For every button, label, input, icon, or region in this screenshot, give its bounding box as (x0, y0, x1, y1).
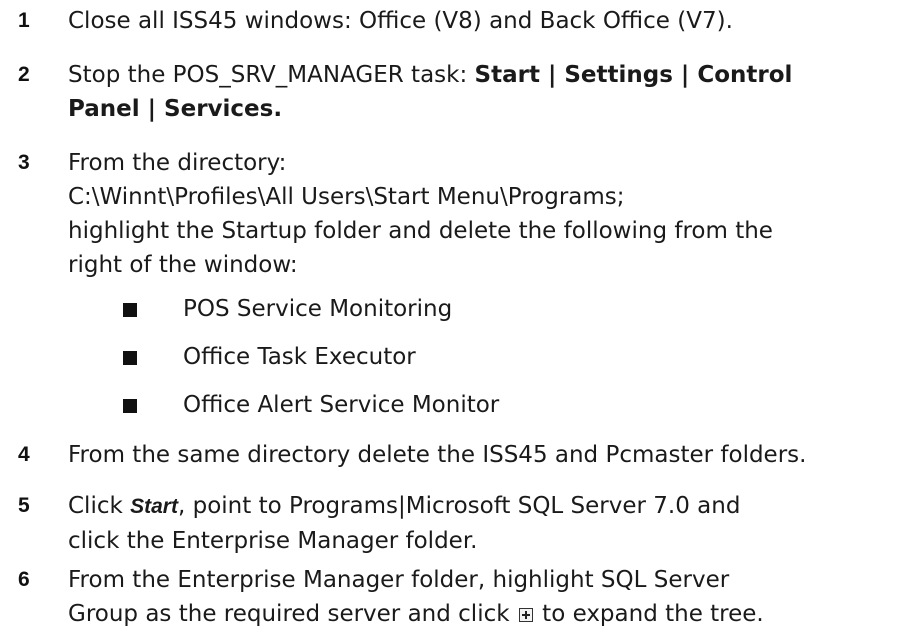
step-line: right of the window: (68, 252, 298, 278)
step-line-text: Stop the POS_SRV_MANAGER task: (68, 62, 475, 88)
step-line: From the same directory delete the ISS45… (68, 442, 807, 468)
step-line-text: to expand the tree. (534, 601, 764, 627)
start-menu-label: Start (130, 495, 178, 518)
list-item-label: POS Service Monitoring (183, 296, 453, 322)
step-number: 3 (18, 151, 30, 174)
step-line-text: Group as the required server and click (68, 601, 517, 627)
instruction-document: 1 Close all ISS45 windows: Office (V8) a… (0, 0, 902, 634)
step-line: Group as the required server and click t… (68, 597, 898, 631)
step-line-text: Click (68, 493, 131, 519)
step-text: Close all ISS45 windows: Office (V8) and… (68, 4, 898, 38)
step-line: click the Enterprise Manager folder. (68, 528, 478, 554)
step-line-text: , point to Programs|Microsoft SQL Server… (177, 493, 741, 519)
list-item: Office Alert Service Monitor (0, 388, 830, 422)
square-bullet-icon (123, 351, 137, 365)
step-text: From the same directory delete the ISS45… (68, 438, 898, 472)
step-number: 4 (18, 443, 30, 466)
list-item-label: Office Alert Service Monitor (183, 392, 500, 418)
step-text: From the directory: C:\Winnt\Profiles\Al… (68, 146, 898, 282)
step-number: 6 (18, 568, 30, 591)
step-line: Stop the POS_SRV_MANAGER task: Start | S… (68, 58, 898, 92)
directory-path: C:\Winnt\Profiles\All Users\Start Menu\P… (68, 184, 625, 210)
plus-box-icon (518, 608, 533, 622)
step-text: From the Enterprise Manager folder, high… (68, 563, 898, 631)
step-line: From the Enterprise Manager folder, high… (68, 567, 730, 593)
square-bullet-icon (123, 303, 137, 317)
menu-path: Start | Settings | Control (474, 62, 793, 88)
step-number: 5 (18, 494, 30, 517)
list-item: POS Service Monitoring (0, 292, 830, 326)
square-bullet-icon (123, 399, 137, 413)
step-number: 1 (18, 9, 30, 32)
step-text: Click Start, point to Programs|Microsoft… (68, 489, 898, 558)
step-line: Click Start, point to Programs|Microsoft… (68, 489, 898, 524)
step-text: Stop the POS_SRV_MANAGER task: Start | S… (68, 58, 898, 126)
list-item: Office Task Executor (0, 340, 830, 374)
step-line: highlight the Startup folder and delete … (68, 218, 773, 244)
step-line: Close all ISS45 windows: Office (V8) and… (68, 8, 733, 34)
step-number: 2 (18, 63, 30, 86)
step-line: From the directory: (68, 150, 287, 176)
menu-path-continued: Panel | Services. (68, 96, 283, 122)
list-item-label: Office Task Executor (183, 344, 416, 370)
